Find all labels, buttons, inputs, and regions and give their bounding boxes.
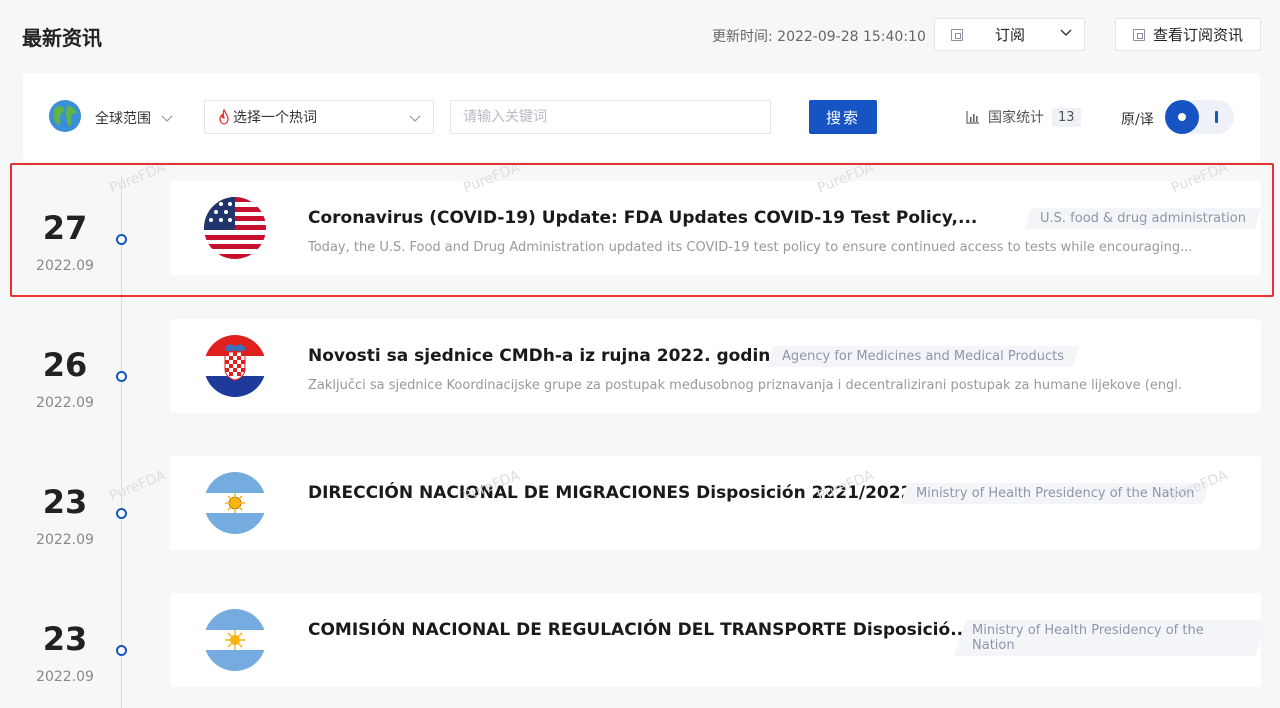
news-source-tag: U.S. food & drug administration [1024, 208, 1262, 229]
chevron-down-icon [161, 115, 173, 122]
news-summary: Zaključci sa sjednice Koordinacijske gru… [308, 378, 1183, 393]
news-year-month: 2022.09 [36, 395, 94, 411]
news-day: 26 [42, 346, 88, 384]
news-card[interactable]: DIRECCIÓN NACIONAL DE MIGRACIONES Dispos… [170, 456, 1261, 550]
timeline-dot [116, 645, 127, 656]
news-day: 23 [42, 620, 88, 658]
document-icon [1132, 28, 1145, 41]
news-day: 23 [42, 483, 88, 521]
original-translate-toggle[interactable] [1165, 100, 1234, 134]
timeline-dot [116, 508, 127, 519]
news-title[interactable]: DIRECCIÓN NACIONAL DE MIGRACIONES Dispos… [308, 483, 912, 503]
hot-word-placeholder: 选择一个热词 [233, 110, 317, 126]
subscribe-icon [951, 28, 963, 41]
news-title[interactable]: COMISIÓN NACIONAL DE REGULACIÓN DEL TRAN… [308, 620, 970, 640]
news-year-month: 2022.09 [36, 669, 94, 685]
toggle-indicator [1215, 111, 1218, 123]
page-title: 最新资讯 [22, 26, 102, 50]
chevron-down-icon [409, 115, 421, 122]
news-card[interactable]: COMISIÓN NACIONAL DE REGULACIÓN DEL TRAN… [170, 593, 1267, 687]
keyword-input[interactable] [450, 100, 771, 134]
news-summary: Today, the U.S. Food and Drug Administra… [308, 240, 1193, 255]
news-source-tag: Agency for Medicines and Medical Product… [766, 346, 1080, 367]
news-source-label: Ministry of Health Presidency of the Nat… [972, 623, 1204, 653]
news-day: 27 [42, 209, 88, 247]
filter-toolbar: 全球范围 选择一个热词 搜索 国家统计 13 原/译 [23, 73, 1260, 161]
news-item: 23 2022.09 COMISIÓN NACIONAL DE REGULACI… [0, 592, 1280, 708]
news-source-tag: Ministry of Health Presidency of the Nat… [900, 483, 1210, 504]
country-count-badge: 13 [1052, 107, 1081, 127]
bar-chart-icon [966, 111, 979, 124]
fire-icon [219, 109, 229, 125]
search-button[interactable]: 搜索 [809, 100, 877, 134]
news-year-month: 2022.09 [36, 258, 94, 274]
croatia-flag-icon [204, 335, 266, 397]
view-subscriptions-label: 查看订阅资讯 [1152, 26, 1243, 44]
scope-label: 全球范围 [95, 111, 151, 127]
timeline-dot [116, 234, 127, 245]
news-source-tag: Ministry of Health Presidency of the Nat… [954, 620, 1267, 656]
timeline-dot [116, 371, 127, 382]
view-subscriptions-button[interactable]: 查看订阅资讯 [1115, 18, 1261, 51]
news-source-label: Agency for Medicines and Medical Product… [782, 349, 1065, 364]
update-time: 更新时间: 2022-09-28 15:40:10 [712, 29, 926, 45]
argentina-flag-icon [204, 609, 266, 671]
subscribe-select[interactable]: 订阅 [934, 18, 1085, 51]
scope-select[interactable]: 全球范围 [95, 108, 173, 128]
us-flag-icon [204, 197, 266, 259]
globe-icon [49, 100, 81, 132]
original-translate-label: 原/译 [1121, 112, 1154, 128]
news-source-label: U.S. food & drug administration [1040, 211, 1246, 226]
country-stats-button[interactable]: 国家统计 13 [966, 107, 1081, 127]
news-source-label: Ministry of Health Presidency of the Nat… [916, 486, 1195, 501]
hot-word-select[interactable]: 选择一个热词 [204, 100, 434, 134]
subscribe-label: 订阅 [995, 26, 1026, 44]
news-item: 27 2022.09 Coronavirus (COVID-19) Update… [0, 181, 1280, 301]
news-year-month: 2022.09 [36, 532, 94, 548]
news-card[interactable]: Novosti sa sjednice CMDh-a iz rujna 2022… [170, 319, 1261, 413]
news-title[interactable]: Novosti sa sjednice CMDh-a iz rujna 2022… [308, 346, 782, 366]
toggle-knob [1165, 100, 1199, 134]
news-item: 23 2022.09 DIRECCIÓN NACIONAL DE MIGRACI… [0, 455, 1280, 575]
chevron-down-icon [1060, 29, 1072, 36]
country-stats-label: 国家统计 [988, 110, 1044, 126]
news-card[interactable]: Coronavirus (COVID-19) Update: FDA Updat… [170, 181, 1262, 275]
news-item: 26 2022.09 Novosti sa sjednice CMDh-a iz… [0, 318, 1280, 438]
argentina-flag-icon [204, 472, 266, 534]
news-title[interactable]: Coronavirus (COVID-19) Update: FDA Updat… [308, 208, 977, 228]
